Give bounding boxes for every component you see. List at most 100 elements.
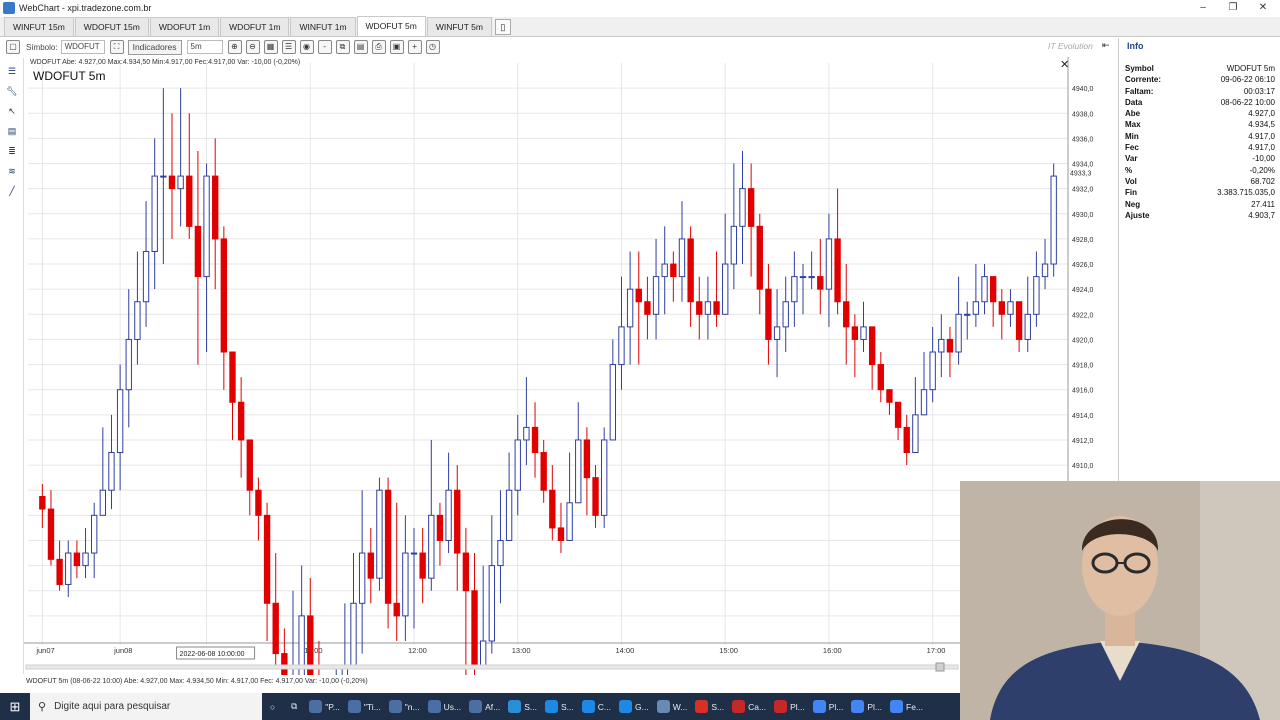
candlestick-chart[interactable]: 4898,04900,04902,04904,04906,04908,04910… xyxy=(24,57,1100,720)
candle-body xyxy=(203,175,210,278)
cortana-icon[interactable]: ○ xyxy=(262,693,283,720)
info-key: Data xyxy=(1125,97,1143,107)
info-key: Var xyxy=(1125,154,1138,164)
list-icon[interactable]: ☰ xyxy=(281,40,296,54)
info-value: 68.702 xyxy=(1250,176,1275,186)
zoom-out-icon[interactable]: ⊖ xyxy=(245,40,260,54)
info-key: Min xyxy=(1125,131,1139,141)
info-row: Min 4.917,0 xyxy=(1125,131,1275,142)
menu-icon[interactable]: ☰ xyxy=(5,64,19,78)
grid-icon[interactable]: ▦ xyxy=(263,40,278,54)
tab-winfut-15m[interactable]: WINFUT 15m xyxy=(4,17,74,36)
collapse-panel-icon[interactable]: ⇤ xyxy=(1102,40,1110,51)
candle-body xyxy=(704,301,712,315)
taskbar-app[interactable]: W... xyxy=(653,693,692,720)
taskbar-app[interactable]: Us... xyxy=(424,693,465,720)
candle-body xyxy=(134,301,141,340)
taskbar-app[interactable]: Af... xyxy=(465,693,504,720)
cursor-icon[interactable]: ↖ xyxy=(5,104,19,118)
chart-scrollbar xyxy=(25,664,959,670)
taskbar-app[interactable]: Pl... xyxy=(847,693,886,720)
study-icon[interactable]: ≋ xyxy=(5,164,19,178)
new-tab-icon[interactable]: ▯ xyxy=(494,18,511,35)
tab-wdofut-1m-2[interactable]: WDOFUT 1m xyxy=(220,17,290,36)
chart-title: WDOFUT 5m xyxy=(33,69,106,83)
candle-body xyxy=(989,276,997,303)
compare-icon[interactable]: ⧉ xyxy=(335,40,350,54)
layout-icon[interactable]: ▢ xyxy=(6,40,20,54)
task-view-icon[interactable]: ⧉ xyxy=(283,693,305,720)
candle-body xyxy=(549,489,556,529)
taskbar-app[interactable]: S... xyxy=(541,693,578,720)
maximize-button[interactable]: ❐ xyxy=(1218,0,1248,16)
taskbar-search[interactable]: ⚲ Digite aqui para pesquisar xyxy=(30,693,262,720)
minimize-button[interactable]: – xyxy=(1188,0,1218,16)
line-tool-icon[interactable]: ╱ xyxy=(5,184,19,198)
info-tab[interactable]: Info xyxy=(1123,40,1148,54)
taskbar-app-label: Ca... xyxy=(748,701,767,712)
x-tick-label: 14:00 xyxy=(615,646,634,655)
taskbar-app[interactable]: "Ti... xyxy=(344,693,385,720)
candle-body xyxy=(1024,313,1031,340)
price-range-icon[interactable]: ▤ xyxy=(5,124,19,138)
taskbar-app[interactable]: C... xyxy=(578,693,615,720)
info-key: Abe xyxy=(1125,109,1141,119)
candle-body xyxy=(791,276,798,303)
tab-winfut-5m[interactable]: WINFUT 5m xyxy=(426,17,492,36)
close-window-button[interactable]: ✕ xyxy=(1248,0,1278,16)
clock-icon[interactable]: ◷ xyxy=(425,40,440,54)
app-icon xyxy=(581,700,595,713)
candle-body xyxy=(1033,276,1040,315)
taskbar-app-label: Pl... xyxy=(867,701,883,712)
taskbar-app[interactable]: S... xyxy=(691,693,728,720)
candle-body xyxy=(877,364,884,391)
candle-body xyxy=(843,301,850,328)
fibonacci-icon[interactable]: ≣ xyxy=(5,144,19,158)
tab-wdofut-15m[interactable]: WDOFUT 15m xyxy=(74,17,149,36)
taskbar-app[interactable]: "n... xyxy=(385,693,424,720)
search-placeholder: Digite aqui para pesquisar xyxy=(54,701,171,712)
candle-body xyxy=(186,175,193,227)
search-icon: ⚲ xyxy=(38,701,47,713)
taskbar-app[interactable]: S... xyxy=(504,693,541,720)
taskbar-app[interactable]: G... xyxy=(615,693,653,720)
wrench-icon[interactable]: 🔧︎ xyxy=(5,84,19,98)
y-tick-label: 4924,0 xyxy=(1072,287,1094,294)
info-value: -0,20% xyxy=(1249,165,1275,175)
indicators-button[interactable]: Indicadores xyxy=(127,39,182,55)
taskbar-app[interactable]: Pl... xyxy=(809,693,848,720)
crosshair-icon[interactable]: + xyxy=(407,40,422,54)
scrollbar-thumb xyxy=(935,662,945,672)
symbol-input[interactable]: WDOFUT xyxy=(60,40,105,54)
app-icon xyxy=(388,700,402,713)
zoom-in-icon[interactable]: ⊕ xyxy=(227,40,242,54)
taskbar-app[interactable]: Pl... xyxy=(770,693,809,720)
print-icon[interactable]: ⎙ xyxy=(371,40,386,54)
candle-body xyxy=(220,238,228,353)
chart-area[interactable]: 4898,04900,04902,04904,04906,04908,04910… xyxy=(24,57,1100,720)
candle-body xyxy=(661,263,668,278)
candle-body xyxy=(747,188,755,227)
start-windows-icon[interactable]: ⊞ xyxy=(0,693,30,720)
app-icon xyxy=(695,700,709,713)
candle-body xyxy=(255,489,262,516)
chart-close-icon[interactable]: ✕ xyxy=(1060,58,1069,71)
candle-body xyxy=(929,351,936,391)
line-style-icon[interactable]: - xyxy=(317,40,332,54)
tab-wdofut-1m[interactable]: WDOFUT 1m xyxy=(149,17,220,36)
candle-body xyxy=(894,401,902,428)
taskbar-app[interactable]: Ca... xyxy=(728,693,770,720)
candle-body xyxy=(384,489,392,604)
save-icon[interactable]: ▣ xyxy=(389,40,404,54)
template-icon[interactable]: ▤ xyxy=(353,40,368,54)
tab-wdofut-5m[interactable]: WDOFUT 5m xyxy=(356,16,426,36)
interval-select[interactable]: 5m xyxy=(186,40,223,54)
app-icon xyxy=(656,700,670,713)
tab-winfut-1m[interactable]: WINFUT 1m xyxy=(290,17,356,36)
binoculars-icon[interactable]: ⛶ xyxy=(109,40,124,54)
eye-icon[interactable]: ◉ xyxy=(299,40,314,54)
taskbar-app[interactable]: Fe... xyxy=(886,693,927,720)
taskbar-app[interactable]: "P... xyxy=(305,693,344,720)
candle-body xyxy=(376,489,383,579)
candle-body xyxy=(635,288,642,303)
